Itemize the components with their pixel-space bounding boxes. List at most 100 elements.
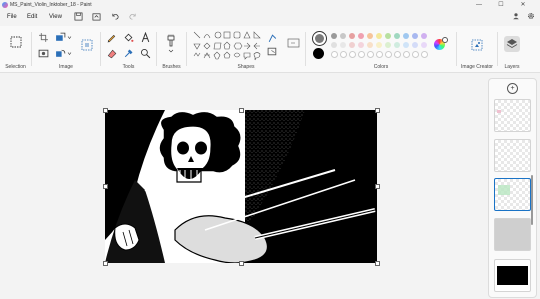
primary-color-ring[interactable] (312, 31, 327, 46)
layer-thumbnail-4[interactable] (494, 218, 531, 251)
skeleton-violinist-drawing (105, 110, 377, 263)
palette-color-swatch[interactable] (394, 42, 400, 48)
shape-options-icon[interactable] (287, 38, 301, 48)
layer-3-content (498, 185, 510, 195)
redo-icon[interactable] (127, 12, 138, 23)
custom-color-slot[interactable] (358, 51, 365, 58)
brush-icon[interactable] (165, 34, 177, 48)
tools-group: Tools (101, 26, 156, 72)
palette-color-swatch[interactable] (421, 33, 427, 39)
palette-color-swatch[interactable] (358, 42, 364, 48)
add-layer-button[interactable]: + (507, 83, 518, 94)
undo-icon[interactable] (110, 12, 121, 23)
custom-color-slot[interactable] (367, 51, 374, 58)
custom-color-slot[interactable] (349, 51, 356, 58)
share-icon[interactable] (91, 12, 102, 23)
color-picker-icon[interactable] (123, 48, 134, 59)
resize-handle-top-right[interactable] (375, 108, 380, 113)
resize-handle-bottom[interactable] (239, 261, 244, 266)
save-icon[interactable] (73, 12, 84, 23)
custom-color-slot[interactable] (376, 51, 383, 58)
resize-dropdown-icon[interactable] (67, 32, 72, 43)
window-title: MS_Paint_Violin_Inktober_18 - Paint (10, 2, 92, 8)
close-button[interactable]: ✕ (514, 0, 532, 10)
layers-group: Layers (498, 26, 538, 72)
palette-color-swatch[interactable] (358, 33, 364, 39)
custom-color-slot[interactable] (385, 51, 392, 58)
image-creator-icon[interactable] (471, 39, 483, 51)
custom-color-slot[interactable] (412, 51, 419, 58)
image-label: Image (59, 64, 73, 70)
secondary-color-swatch[interactable] (313, 48, 324, 59)
shape-outline-icon[interactable] (267, 33, 278, 44)
layers-icon (506, 39, 518, 49)
eraser-icon[interactable] (106, 48, 117, 59)
brushes-label: Brushes (162, 64, 181, 70)
pencil-icon[interactable] (106, 32, 117, 43)
resize-handle-bottom-left[interactable] (103, 261, 108, 266)
menu-file[interactable]: File (5, 11, 19, 24)
palette-color-swatch[interactable] (331, 33, 337, 39)
palette-color-swatch[interactable] (385, 42, 391, 48)
add-color-plus-icon (442, 37, 448, 43)
palette-color-swatch[interactable] (421, 42, 427, 48)
palette-color-swatch[interactable] (394, 33, 400, 39)
palette-color-swatch[interactable] (403, 42, 409, 48)
resize-handle-top-left[interactable] (103, 108, 108, 113)
resize-handle-bottom-right[interactable] (375, 261, 380, 266)
resize-icon[interactable] (55, 32, 66, 43)
selection-rectangle-icon[interactable] (10, 36, 22, 48)
fill-bucket-icon[interactable] (123, 32, 134, 43)
drawing-canvas[interactable] (105, 110, 377, 263)
settings-gear-icon[interactable] (525, 12, 536, 23)
account-icon[interactable] (510, 12, 521, 23)
custom-color-slot[interactable] (403, 51, 410, 58)
crop-icon[interactable] (38, 32, 49, 43)
palette-color-swatch[interactable] (349, 33, 355, 39)
shape-fill-icon[interactable] (267, 46, 278, 57)
layer-thumbnail-1[interactable] (494, 99, 531, 132)
custom-color-slot[interactable] (394, 51, 401, 58)
paint-app-icon (2, 2, 8, 8)
palette-color-swatch[interactable] (331, 42, 337, 48)
layers-scrollbar[interactable] (531, 175, 533, 225)
tools-label: Tools (122, 64, 135, 70)
layer-thumbnail-5[interactable] (494, 259, 531, 292)
palette-color-swatch[interactable] (385, 33, 391, 39)
text-tool-icon[interactable] (140, 32, 151, 43)
palette-color-swatch[interactable] (340, 33, 346, 39)
palette-color-swatch[interactable] (403, 33, 409, 39)
menu-edit[interactable]: Edit (25, 11, 39, 24)
palette-color-swatch[interactable] (367, 42, 373, 48)
layer-5-content (497, 266, 528, 285)
generative-erase-icon[interactable] (81, 39, 93, 51)
palette-color-swatch[interactable] (340, 42, 346, 48)
shapes-label: Shapes (237, 64, 255, 70)
palette-color-swatch[interactable] (349, 42, 355, 48)
palette-color-swatch[interactable] (412, 42, 418, 48)
background-removal-icon[interactable] (38, 48, 49, 59)
custom-color-slot[interactable] (340, 51, 347, 58)
brushes-dropdown-icon[interactable] (168, 48, 174, 54)
resize-handle-left[interactable] (103, 184, 108, 189)
maximize-button[interactable]: ☐ (492, 0, 510, 10)
rotate-dropdown-icon[interactable] (67, 48, 72, 59)
layers-button[interactable] (504, 36, 520, 52)
menu-view[interactable]: View (47, 11, 64, 24)
custom-color-slot[interactable] (421, 51, 428, 58)
resize-handle-right[interactable] (375, 184, 380, 189)
menu-bar: File Edit View (0, 11, 540, 24)
minimize-button[interactable]: — (470, 0, 488, 10)
resize-handle-top[interactable] (239, 108, 244, 113)
magnifier-icon[interactable] (140, 48, 151, 59)
palette-color-swatch[interactable] (376, 42, 382, 48)
rotate-icon[interactable] (55, 48, 66, 59)
selection-label: Selection (5, 64, 26, 70)
layer-thumbnail-2[interactable] (494, 139, 531, 172)
custom-color-slot[interactable] (331, 51, 338, 58)
shapes-gallery-icon[interactable] (192, 30, 264, 62)
layer-thumbnail-3[interactable] (494, 178, 531, 211)
palette-color-swatch[interactable] (412, 33, 418, 39)
palette-color-swatch[interactable] (367, 33, 373, 39)
palette-color-swatch[interactable] (376, 33, 382, 39)
